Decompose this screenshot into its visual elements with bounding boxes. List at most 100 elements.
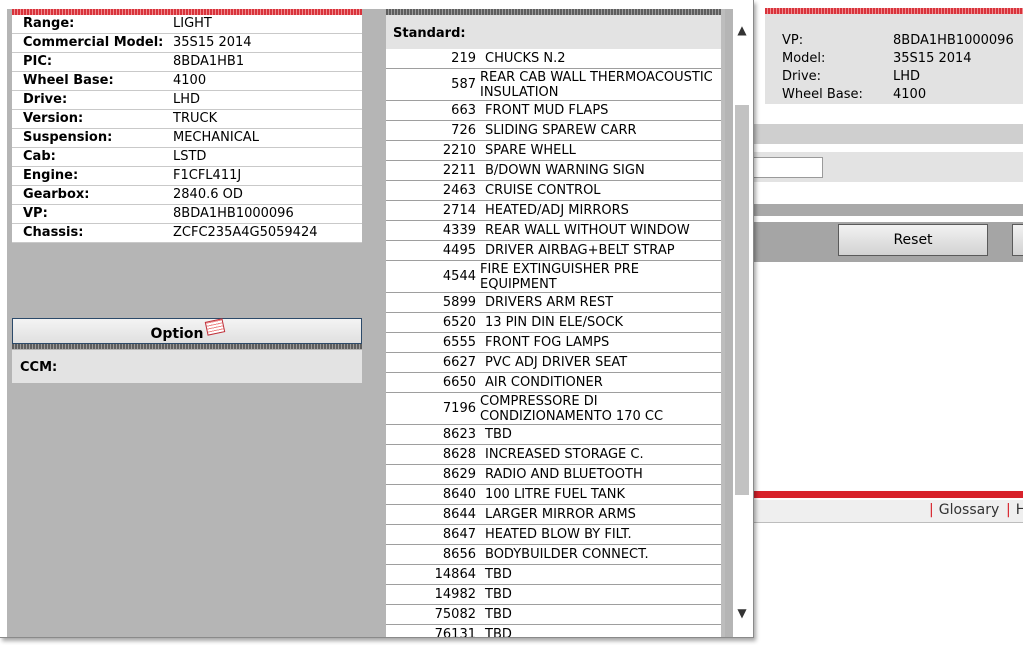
option-code: 2211 [442,163,476,178]
option-code: 14982 [434,587,476,602]
vehicle-info-row: Wheel Base: 4100 [12,72,362,91]
option-description: 13 PIN DIN ELE/SOCK [485,315,624,330]
standard-option-row: 726 SLIDING SPAREW CARR [386,121,721,141]
option-code: 4544 [442,269,476,284]
info-value: LSTD [173,149,207,164]
next-link[interactable]: | H [1006,502,1023,518]
option-code: 587 [451,77,476,92]
standard-option-row: 2211 B/DOWN WARNING SIGN [386,161,721,181]
option-description: BODYBUILDER CONNECT. [485,547,649,562]
standard-option-row: 8647 HEATED BLOW BY FILT. [386,525,721,545]
standard-option-row: 6555 FRONT FOG LAMPS [386,333,721,353]
option-description: FRONT FOG LAMPS [485,335,610,350]
option-code: 6555 [442,335,476,350]
option-description: PVC ADJ DRIVER SEAT [485,355,628,370]
standard-option-row: 6650 AIR CONDITIONER [386,373,721,393]
background-info-value: 35S15 2014 [893,51,972,66]
option-description: RADIO AND BLUETOOTH [485,467,643,482]
standard-option-row: 7196 COMPRESSORE DI CONDIZIONAMENTO 170 C… [386,393,721,425]
option-description: AIR CONDITIONER [485,375,603,390]
option-button[interactable]: Option [12,318,362,344]
standard-options-list: 219 CHUCKS N.2 587 REAR CAB WALL THERMOACOU… [386,49,721,637]
option-code: 219 [451,51,476,66]
background-info-value: 8BDA1HB1000096 [893,33,1014,48]
option-code: 76131 [434,627,476,637]
standard-option-row: 2463 CRUISE CONTROL [386,181,721,201]
popup-content: Range: LIGHT Commercial Model: 35S15 2014 … [7,9,733,637]
background-section-bar [753,204,1023,216]
option-code: 2714 [442,203,476,218]
vertical-scrollbar[interactable]: ▲ ▼ [733,9,751,637]
option-description: REAR CAB WALL THERMOACOUSTIC INSULATION [480,69,713,100]
info-label: Engine: [23,168,79,183]
vehicle-details-popup: Range: LIGHT Commercial Model: 35S15 2014 … [0,0,754,638]
ccm-label: CCM: [20,360,58,375]
option-code: 8656 [442,547,476,562]
option-code: 8644 [442,507,476,522]
info-label: Drive: [23,92,68,107]
standard-option-row: 6520 13 PIN DIN ELE/SOCK [386,313,721,333]
link-separator: | [1006,502,1011,518]
option-code: 5899 [442,295,476,310]
background-info-row: Model: 35S15 2014 [782,51,1023,69]
option-code: 8640 [442,487,476,502]
background-info-label: Wheel Base: [782,87,863,102]
option-description: FRONT MUD FLAPS [485,103,609,118]
background-info-row: Wheel Base: 4100 [782,87,1023,105]
standard-option-row: 4544 FIRE EXTINGUISHER PRE EQUIPMENT [386,261,721,293]
option-code: 14864 [434,567,476,582]
glossary-link[interactable]: | Glossary [929,502,999,518]
standard-option-row: 4495 DRIVER AIRBAG+BELT STRAP [386,241,721,261]
info-value: 4100 [173,73,207,88]
vehicle-info-row: Drive: LHD [12,91,362,110]
option-description: DRIVERS ARM REST [485,295,614,310]
option-description: DRIVER AIRBAG+BELT STRAP [485,243,675,258]
option-description: TBD [485,427,512,442]
info-label: Suspension: [23,130,113,145]
option-label: Option [150,326,204,342]
standard-option-row: 8623 TBD [386,425,721,445]
option-code: 6627 [442,355,476,370]
vehicle-info-row: Gearbox: 2840.6 OD [12,186,362,205]
option-code: 8647 [442,527,476,542]
standard-option-row: 6627 PVC ADJ DRIVER SEAT [386,353,721,373]
background-info-row: Drive: LHD [782,69,1023,87]
info-value: F1CFL411J [173,168,242,183]
option-description: CRUISE CONTROL [485,183,601,198]
option-description: SLIDING SPAREW CARR [485,123,637,138]
vehicle-info-row: Suspension: MECHANICAL [12,129,362,148]
scrollbar-thumb[interactable] [735,105,749,495]
option-description: REAR WALL WITHOUT WINDOW [485,223,690,238]
glossary-link-label: Glossary [938,502,1000,518]
standard-option-row: 76131 TBD [386,625,721,637]
vehicle-info-row: VP: 8BDA1HB1000096 [12,205,362,224]
option-code: 2463 [442,183,476,198]
background-button-row: Reset [753,222,1023,262]
option-description: TBD [485,587,512,602]
background-text-field[interactable] [753,157,823,178]
option-description: TBD [485,567,512,582]
option-code: 7196 [442,401,476,416]
vehicle-info-row: Cab: LSTD [12,148,362,167]
reset-button[interactable]: Reset [838,224,988,256]
option-description: INCREASED STORAGE C. [485,447,644,462]
option-code: 6650 [442,375,476,390]
vehicle-info-row: Chassis: ZCFC235A4G5059424 [12,224,362,243]
standard-option-row: 75082 TBD [386,605,721,625]
dotted-divider [12,344,362,349]
info-label: Version: [23,111,84,126]
info-value: MECHANICAL [173,130,259,145]
standard-option-row: 587 REAR CAB WALL THERMOACOUSTIC INSULATI… [386,69,721,101]
background-second-button[interactable] [1012,224,1023,256]
scroll-down-icon[interactable]: ▼ [733,604,751,622]
option-code: 4339 [442,223,476,238]
background-link-bar: | Glossary | H [753,500,1023,523]
vehicle-info-row: Commercial Model: 35S15 2014 [12,34,362,53]
standard-option-row: 2210 SPARE WHELL [386,141,721,161]
background-info-row: VP: 8BDA1HB1000096 [782,33,1023,51]
link-separator: | [929,502,934,518]
option-code: 6520 [442,315,476,330]
info-label: Commercial Model: [23,35,164,50]
standard-option-row: 8628 INCREASED STORAGE C. [386,445,721,465]
scroll-up-icon[interactable]: ▲ [733,21,751,39]
